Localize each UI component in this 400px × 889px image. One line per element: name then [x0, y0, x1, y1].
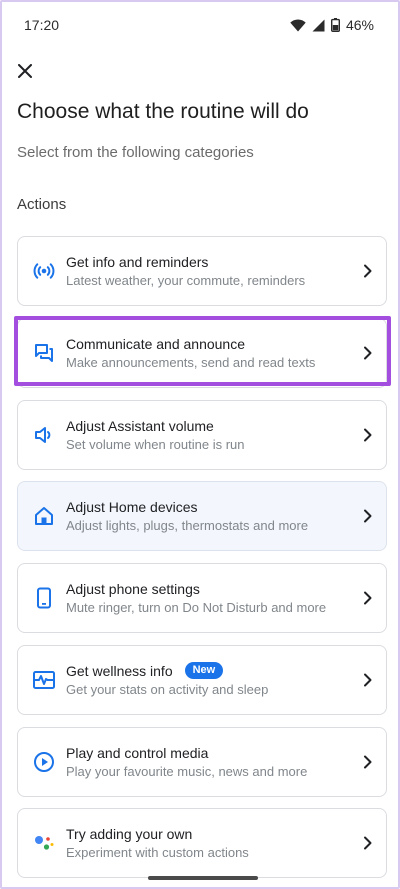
card-wellness-info[interactable]: Get wellness info New Get your stats on …	[17, 645, 387, 715]
wellness-icon	[18, 669, 66, 691]
chevron-right-icon	[350, 346, 386, 360]
card-home-devices[interactable]: Adjust Home devices Adjust lights, plugs…	[17, 481, 387, 551]
assistant-dots-icon	[18, 831, 66, 855]
new-badge: New	[184, 662, 224, 679]
card-desc: Mute ringer, turn on Do Not Disturb and …	[66, 599, 327, 615]
chevron-right-icon	[350, 509, 386, 523]
chevron-right-icon	[350, 836, 386, 850]
chevron-right-icon	[350, 264, 386, 278]
close-button[interactable]	[14, 60, 36, 82]
card-phone-settings[interactable]: Adjust phone settings Mute ringer, turn …	[17, 563, 387, 633]
wifi-icon	[290, 18, 306, 31]
play-icon	[18, 751, 66, 773]
card-title: Communicate and announce	[66, 335, 246, 352]
home-indicator[interactable]	[148, 876, 258, 880]
page-title: Choose what the routine will do	[17, 100, 309, 123]
screen: 17:20 46% Choose what the routine will d…	[0, 0, 400, 889]
card-desc: Play your favourite music, news and more	[66, 763, 308, 779]
card-communicate[interactable]: Communicate and announce Make announceme…	[17, 318, 387, 388]
card-desc: Set volume when routine is run	[66, 436, 245, 452]
card-desc: Adjust lights, plugs, thermostats and mo…	[66, 517, 309, 533]
broadcast-icon	[18, 259, 66, 283]
home-icon	[18, 505, 66, 527]
card-title: Adjust phone settings	[66, 580, 200, 597]
card-title: Adjust Assistant volume	[66, 417, 214, 434]
card-add-own[interactable]: Try adding your own Experiment with cust…	[17, 808, 387, 878]
status-icons: 46%	[290, 17, 374, 33]
chat-icon	[18, 342, 66, 364]
close-icon	[18, 64, 32, 78]
card-desc: Get your stats on activity and sleep	[66, 681, 269, 697]
card-desc: Experiment with custom actions	[66, 844, 249, 860]
card-title: Get wellness info New	[66, 662, 350, 680]
chevron-right-icon	[350, 755, 386, 769]
signal-icon	[312, 19, 325, 31]
battery-percent: 46%	[345, 17, 374, 33]
status-time: 17:20	[24, 17, 60, 33]
card-desc: Make announcements, send and read texts	[66, 354, 316, 370]
card-assistant-volume[interactable]: Adjust Assistant volume Set volume when …	[17, 400, 387, 470]
battery-icon	[330, 18, 340, 32]
card-title-text: Get wellness info	[66, 662, 173, 679]
status-bar: 17:20 46%	[2, 2, 398, 48]
card-play-media[interactable]: Play and control media Play your favouri…	[17, 727, 387, 797]
chevron-right-icon	[350, 591, 386, 605]
card-desc: Latest weather, your commute, reminders	[66, 272, 306, 288]
page-subtitle: Select from the following categories	[17, 144, 254, 161]
card-title: Try adding your own	[66, 825, 193, 842]
card-title: Adjust Home devices	[66, 498, 198, 515]
chevron-right-icon	[350, 428, 386, 442]
phone-icon	[18, 587, 66, 609]
card-get-info[interactable]: Get info and reminders Latest weather, y…	[17, 236, 387, 306]
chevron-right-icon	[350, 673, 386, 687]
section-label: Actions	[17, 196, 67, 213]
card-title: Play and control media	[66, 744, 209, 761]
card-title: Get info and reminders	[66, 253, 209, 270]
volume-icon	[18, 424, 66, 446]
